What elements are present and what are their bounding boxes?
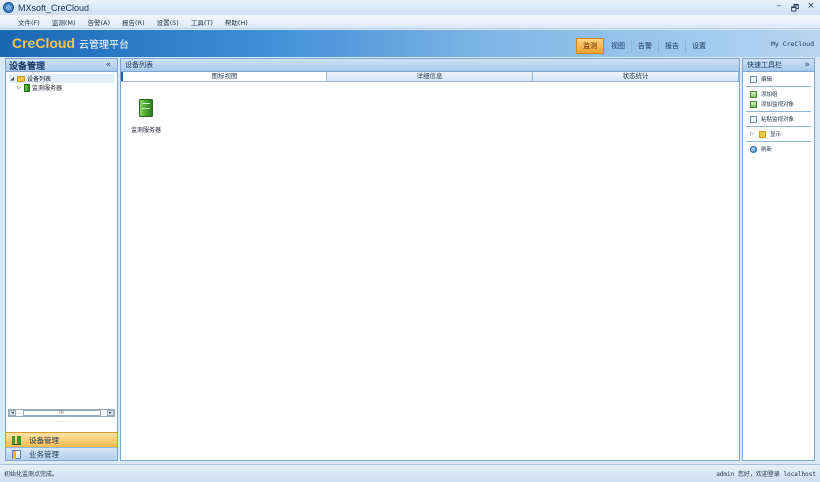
- device-management-panel: 设备管理 « ◢ 设备列表 ▷ 监测服务器 ◂ III ▸ ⋯⋯ 设备管理 业务…: [5, 58, 118, 461]
- scroll-left-icon[interactable]: ◂: [9, 410, 16, 416]
- tool-label: 添加组: [761, 92, 778, 98]
- display-icon: [759, 130, 766, 138]
- menu-file[interactable]: 文件(F): [18, 17, 40, 27]
- window-title: MXsoft_CreCloud: [18, 2, 90, 13]
- tree-item-label: 监测服务器: [32, 85, 63, 92]
- tool-label: 粘贴监视对象: [761, 117, 795, 123]
- tab-status-stats[interactable]: 状态统计: [533, 72, 739, 81]
- add-group-icon: [750, 90, 757, 98]
- bottom-nav-device-management[interactable]: 设备管理: [6, 432, 117, 447]
- horizontal-scrollbar[interactable]: ◂ III ▸: [8, 409, 115, 417]
- tree-item-device-list[interactable]: ◢ 设备列表: [9, 74, 114, 83]
- device-tree: ◢ 设备列表 ▷ 监测服务器: [6, 72, 117, 94]
- bottom-nav-label: 设备管理: [29, 435, 59, 445]
- device-item-monitor-server[interactable]: 监测服务器: [126, 99, 166, 134]
- quick-toolbar-panel: 快速工具栏 » 编辑 添加组 添加监视对象 粘贴监视对象 ▷ 显示 刷新: [742, 58, 815, 461]
- refresh-icon: [750, 145, 757, 153]
- menu-report[interactable]: 报告(R): [122, 17, 145, 27]
- tab-icon-view[interactable]: 图标视图: [121, 72, 327, 81]
- device-list-panel: 设备列表 图标视图 详细信息 状态统计 监测服务器: [120, 58, 740, 461]
- menu-settings[interactable]: 设置(S): [157, 17, 179, 27]
- status-message: 初始化监测点完成。: [4, 471, 59, 478]
- nav-monitor[interactable]: 监测: [576, 38, 604, 54]
- nav-report[interactable]: 报告: [658, 39, 685, 53]
- business-management-icon: [12, 449, 21, 459]
- nav-alarm[interactable]: 告警: [631, 39, 658, 53]
- tool-edit[interactable]: 编辑: [750, 74, 807, 84]
- right-panel-header: 快速工具栏 »: [743, 59, 814, 72]
- device-label: 监测服务器: [130, 127, 161, 134]
- left-panel-header: 设备管理 «: [6, 59, 117, 72]
- menu-help[interactable]: 帮助(H): [225, 17, 248, 27]
- menu-tools[interactable]: 工具(T): [191, 17, 213, 27]
- tool-label: 显示: [770, 132, 782, 138]
- nav-settings[interactable]: 设置: [685, 39, 712, 53]
- right-panel-title: 快速工具栏: [747, 61, 782, 69]
- tool-group-refresh: 刷新: [746, 142, 811, 156]
- tool-add-monitor-object[interactable]: 添加监视对象: [750, 99, 807, 109]
- tool-group-add: 添加组 添加监视对象: [746, 87, 811, 112]
- tool-refresh[interactable]: 刷新: [750, 144, 807, 154]
- tool-add-group[interactable]: 添加组: [750, 89, 807, 99]
- tool-group-paste: 粘贴监视对象: [746, 112, 811, 127]
- server-icon: [139, 99, 153, 117]
- folder-icon: [17, 75, 25, 82]
- edit-icon: [750, 75, 757, 83]
- tool-display[interactable]: ▷ 显示: [750, 129, 807, 139]
- paste-icon: [750, 115, 757, 123]
- menu-alarm[interactable]: 告警(A): [88, 17, 111, 27]
- tab-details[interactable]: 详细信息: [327, 72, 533, 81]
- bottom-nav-business-management[interactable]: 业务管理: [6, 447, 117, 460]
- menu-bar: 文件(F) 监测(M) 告警(A) 报告(R) 设置(S) 工具(T) 帮助(H…: [0, 15, 820, 29]
- nav-view[interactable]: 视图: [604, 39, 631, 53]
- view-tabs: 图标视图 详细信息 状态统计: [121, 72, 739, 82]
- tool-group-edit: 编辑: [746, 72, 811, 87]
- collapse-icon[interactable]: «: [105, 60, 111, 70]
- server-icon: [24, 83, 30, 92]
- tool-group-display: ▷ 显示: [746, 127, 811, 142]
- tool-label: 编辑: [761, 77, 773, 83]
- collapsed-arrow-icon[interactable]: ▷: [16, 85, 22, 91]
- top-nav: 监测 视图 告警 报告 设置: [576, 38, 712, 54]
- brand-subtitle: 云管理平台: [79, 40, 129, 51]
- scroll-thumb[interactable]: III: [22, 410, 101, 416]
- tree-item-monitor-server[interactable]: ▷ 监测服务器: [9, 83, 114, 92]
- center-panel-title: 设备列表: [125, 61, 153, 69]
- app-logo-icon: ◎: [3, 2, 14, 13]
- expand-icon[interactable]: »: [804, 60, 810, 70]
- expanded-arrow-icon[interactable]: ◢: [9, 76, 15, 82]
- my-crecloud-link[interactable]: My CreCloud: [771, 40, 814, 48]
- center-panel-header: 设备列表: [121, 59, 739, 72]
- brand-logo: CreCloud 云管理平台: [12, 35, 129, 51]
- tool-label: 添加监视对象: [761, 102, 795, 108]
- left-panel-title: 设备管理: [9, 61, 46, 72]
- splitter-grip[interactable]: ⋯⋯: [56, 419, 66, 425]
- login-status: admin 您好，欢迎登录 localhost: [716, 471, 816, 478]
- tool-paste-monitor-object[interactable]: 粘贴监视对象: [750, 114, 807, 124]
- tree-item-label: 设备列表: [27, 76, 52, 83]
- menu-monitor[interactable]: 监测(M): [52, 17, 76, 27]
- header-banner: CreCloud 云管理平台 监测 视图 告警 报告 设置 My CreClou…: [0, 30, 820, 57]
- title-bar: ◎ MXsoft_CreCloud – 🗗 ×: [0, 0, 820, 15]
- expand-arrow-icon[interactable]: ▷: [750, 131, 755, 138]
- status-bar: 初始化监测点完成。 admin 您好，欢迎登录 localhost: [0, 464, 820, 482]
- device-management-icon: [12, 435, 21, 445]
- bottom-nav-label: 业务管理: [29, 449, 59, 459]
- add-object-icon: [750, 100, 757, 108]
- brand-name: CreCloud: [12, 35, 75, 51]
- tool-label: 刷新: [761, 147, 773, 153]
- scroll-right-icon[interactable]: ▸: [107, 410, 114, 416]
